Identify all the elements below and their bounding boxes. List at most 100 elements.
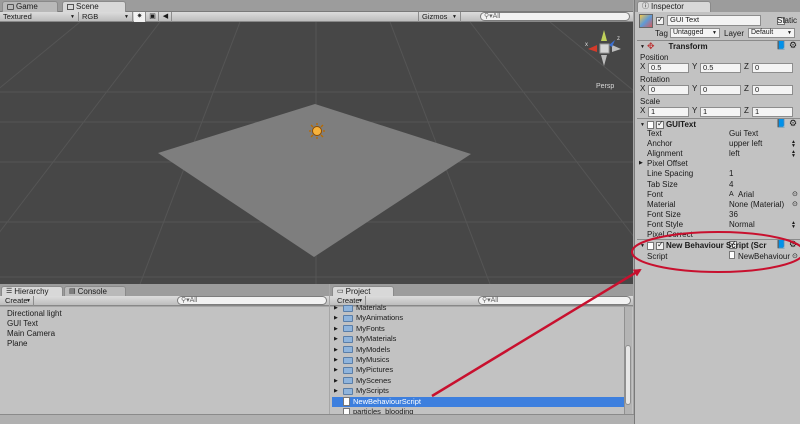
orientation-gizmo[interactable]: x z	[585, 28, 625, 72]
project-scrollbar-thumb[interactable]	[625, 345, 631, 405]
expand-triangle-icon: ▼	[640, 242, 645, 249]
expand-triangle-icon[interactable]: ▶	[334, 313, 340, 323]
guitext-field-value[interactable]: 4	[729, 180, 733, 189]
hierarchy-item[interactable]: GUI Text	[7, 319, 38, 328]
hierarchy-search-input[interactable]: ⚲▾All	[177, 296, 327, 305]
project-list-item[interactable]: ▶ MyMaterials	[332, 334, 624, 344]
lighting-toggle-button[interactable]: ✷	[134, 12, 146, 22]
expand-triangle-icon[interactable]: ▶	[639, 159, 643, 168]
guitext-field-value[interactable]: upper left	[729, 139, 762, 148]
speaker-icon: ◀	[162, 13, 169, 20]
help-icon[interactable]: 📘	[776, 41, 786, 50]
position-axis-label: X	[640, 62, 646, 71]
project-list-item[interactable]: ▶ MyMusics	[332, 355, 624, 365]
guitext-field-label: Font Size	[647, 209, 681, 219]
gizmos-dropdown[interactable]: Gizmos ▼	[418, 12, 461, 22]
rotation-z-field[interactable]: 0	[752, 85, 793, 95]
object-picker-icon[interactable]: ⊙	[792, 190, 798, 198]
tab-inspector[interactable]: ⓘ Inspector	[637, 1, 711, 12]
object-picker-icon[interactable]: ⊙	[792, 252, 798, 260]
chevron-down-icon: ▼	[712, 30, 717, 36]
project-item-label: MyScenes	[356, 375, 392, 385]
folder-icon	[343, 346, 353, 354]
rotation-label: Rotation	[640, 75, 670, 84]
project-list-item[interactable]: ▶ MyScenes	[332, 376, 624, 386]
axis-gizmo-icon	[588, 30, 621, 66]
scale-x-field[interactable]: 1	[648, 107, 689, 117]
guitext-enabled-checkbox[interactable]	[655, 119, 664, 129]
expand-triangle-icon[interactable]: ▶	[334, 324, 340, 334]
guitext-field-value[interactable]: Arial	[738, 190, 754, 199]
guitext-field-value[interactable]: Normal	[729, 220, 755, 229]
expand-triangle-icon: ▼	[640, 43, 645, 50]
hierarchy-item[interactable]: Directional light	[7, 309, 62, 318]
object-name-field[interactable]: GUI Text	[667, 15, 761, 26]
project-list-item[interactable]: ▶ MyPictures	[332, 365, 624, 375]
expand-triangle-icon[interactable]: ▶	[334, 355, 340, 365]
object-picker-icon[interactable]: ⊙	[792, 200, 798, 208]
audio-toggle-button[interactable]: ◀	[160, 12, 172, 22]
hierarchy-item[interactable]: Main Camera	[7, 329, 55, 338]
guitext-field-value[interactable]: None (Material)	[729, 200, 784, 209]
draw-mode-dropdown[interactable]: Textured ▼	[0, 12, 79, 22]
hierarchy-create-button[interactable]: Create ▼	[2, 296, 34, 306]
active-checkbox[interactable]	[656, 15, 664, 25]
position-z-field[interactable]: 0	[752, 63, 793, 73]
help-icon[interactable]: 📘	[776, 119, 786, 128]
scale-z-field[interactable]: 1	[752, 107, 793, 117]
scene-toolbar: Textured ▼ RGB ▼ ✷ ▣ ◀ Gizmos ▼ ⚲▾All	[0, 12, 633, 22]
folder-icon	[343, 387, 353, 395]
position-x-field[interactable]: 0.5	[648, 63, 689, 73]
expand-triangle-icon[interactable]: ▶	[334, 303, 340, 313]
expand-triangle-icon[interactable]: ▶	[334, 386, 340, 396]
scene-overlay-button[interactable]: ▣	[147, 12, 159, 22]
status-bar	[0, 414, 634, 424]
project-item-label: MyScripts	[356, 386, 389, 396]
gear-icon[interactable]: ⚙	[789, 118, 797, 129]
script-enabled-checkbox[interactable]	[655, 240, 664, 250]
expand-triangle-icon[interactable]: ▶	[334, 376, 340, 386]
expand-triangle-icon[interactable]: ▶	[334, 334, 340, 344]
chevron-down-icon: ▼	[124, 14, 129, 20]
scene-search-input[interactable]: ⚲▾All	[480, 12, 630, 21]
tab-game[interactable]: Game	[2, 1, 58, 12]
tag-dropdown[interactable]: Untagged ▼	[670, 28, 720, 38]
help-icon[interactable]: 📘	[776, 240, 786, 249]
guitext-field-value[interactable]: 1	[729, 169, 733, 178]
scene-viewport[interactable]: x z Persp	[0, 22, 633, 284]
render-mode-dropdown[interactable]: RGB ▼	[79, 12, 133, 22]
dropdown-stepper-icon[interactable]: ▲ ▼	[791, 150, 796, 159]
scale-y-field[interactable]: 1	[700, 107, 741, 117]
dropdown-stepper-icon[interactable]: ▲ ▼	[791, 220, 796, 229]
gear-icon[interactable]: ⚙	[789, 239, 797, 250]
expand-triangle-icon[interactable]: ▶	[334, 365, 340, 375]
scene-icon	[67, 4, 74, 10]
tab-scene[interactable]: Scene	[62, 1, 126, 12]
gear-icon[interactable]: ⚙	[789, 40, 797, 51]
persp-label: Persp	[596, 83, 615, 90]
project-list-item[interactable]: ▶ Materials	[332, 303, 624, 313]
rotation-y-field[interactable]: 0	[700, 85, 741, 95]
script-label: Script	[647, 252, 668, 261]
position-axis-label: Y	[692, 62, 698, 71]
rotation-x-field[interactable]: 0	[648, 85, 689, 95]
hierarchy-item[interactable]: Plane	[7, 339, 27, 348]
project-list-item[interactable]: ▶ MyFonts	[332, 324, 624, 334]
guitext-field-value[interactable]: Gui Text	[729, 129, 758, 138]
scene-grid	[0, 22, 633, 284]
dropdown-stepper-icon[interactable]: ▲ ▼	[791, 140, 796, 149]
project-list-item[interactable]: ▶ MyAnimations	[332, 313, 624, 323]
position-y-field[interactable]: 0.5	[700, 63, 741, 73]
scale-label: Scale	[640, 97, 661, 106]
guitext-field-value[interactable]: left	[729, 149, 740, 158]
gizmos-label: Gizmos	[422, 12, 448, 21]
project-list-item[interactable]: ▶ MyScripts	[332, 386, 624, 396]
project-item-label: Materials	[356, 303, 387, 312]
layer-dropdown[interactable]: Default ▼	[748, 28, 795, 38]
script-value[interactable]: NewBehaviour	[738, 252, 790, 261]
expand-triangle-icon[interactable]: ▶	[334, 345, 340, 355]
guitext-field-value[interactable]: 36	[729, 210, 738, 219]
project-list-item[interactable]: NewBehaviourScript	[332, 396, 624, 407]
project-list-item[interactable]: ▶ MyModels	[332, 345, 624, 355]
gizmo-x-label: x	[585, 42, 588, 48]
